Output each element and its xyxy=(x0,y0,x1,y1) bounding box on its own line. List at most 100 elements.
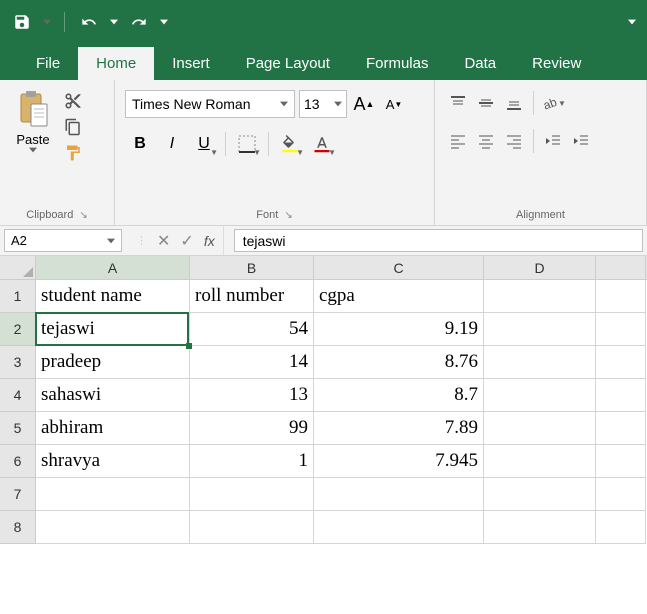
tab-page-layout[interactable]: Page Layout xyxy=(228,47,348,80)
cell-C8[interactable] xyxy=(314,511,484,544)
row-header-7[interactable]: 7 xyxy=(0,478,36,511)
cell-B6[interactable]: 1 xyxy=(190,445,314,478)
cell-C2[interactable]: 9.19 xyxy=(314,313,484,346)
enter-icon[interactable]: ✓ xyxy=(180,231,193,251)
font-color-button[interactable]: ▼ xyxy=(307,130,337,158)
cell-B7[interactable] xyxy=(190,478,314,511)
cell-B2[interactable]: 54 xyxy=(190,313,314,346)
undo-dropdown-icon[interactable] xyxy=(109,17,119,27)
cell-E8[interactable] xyxy=(596,511,646,544)
select-all-corner[interactable] xyxy=(0,256,36,279)
tab-review[interactable]: Review xyxy=(514,47,599,80)
column-header-A[interactable]: A xyxy=(36,256,190,279)
cell-D2[interactable] xyxy=(484,313,596,346)
orientation-button[interactable]: ab▼ xyxy=(540,90,566,116)
tab-data[interactable]: Data xyxy=(446,47,514,80)
column-header-E[interactable] xyxy=(596,256,646,279)
cell-D8[interactable] xyxy=(484,511,596,544)
column-header-D[interactable]: D xyxy=(484,256,596,279)
cell-E4[interactable] xyxy=(596,379,646,412)
redo-icon[interactable] xyxy=(127,10,151,34)
font-size-select[interactable]: 13 xyxy=(299,90,347,118)
qat-customize-icon[interactable] xyxy=(42,17,52,27)
cell-A5[interactable]: abhiram xyxy=(36,412,190,445)
align-right-button[interactable] xyxy=(501,128,527,154)
align-bottom-button[interactable] xyxy=(501,90,527,116)
clipboard-launcher-icon[interactable]: ↘ xyxy=(79,210,87,221)
column-header-C[interactable]: C xyxy=(314,256,484,279)
borders-button[interactable]: ▼ xyxy=(232,130,262,158)
chevron-down-icon[interactable]: ▼ xyxy=(558,99,566,108)
tab-home[interactable]: Home xyxy=(78,47,154,80)
increase-indent-button[interactable] xyxy=(568,128,594,154)
fx-icon[interactable]: fx xyxy=(204,226,224,255)
cell-A6[interactable]: shravya xyxy=(36,445,190,478)
undo-icon[interactable] xyxy=(77,10,101,34)
cell-D5[interactable] xyxy=(484,412,596,445)
row-header-3[interactable]: 3 xyxy=(0,346,36,379)
column-header-B[interactable]: B xyxy=(190,256,314,279)
row-header-4[interactable]: 4 xyxy=(0,379,36,412)
paste-button[interactable]: Paste xyxy=(8,90,58,153)
row-header-8[interactable]: 8 xyxy=(0,511,36,544)
name-box[interactable]: A2 xyxy=(4,229,122,252)
cell-A8[interactable] xyxy=(36,511,190,544)
cell-D1[interactable] xyxy=(484,280,596,313)
redo-dropdown-icon[interactable] xyxy=(159,17,169,27)
align-left-button[interactable] xyxy=(445,128,471,154)
cell-D3[interactable] xyxy=(484,346,596,379)
cell-E1[interactable] xyxy=(596,280,646,313)
row-header-6[interactable]: 6 xyxy=(0,445,36,478)
align-middle-button[interactable] xyxy=(473,90,499,116)
font-launcher-icon[interactable]: ↘ xyxy=(284,210,292,221)
cell-A4[interactable]: sahaswi xyxy=(36,379,190,412)
cell-D6[interactable] xyxy=(484,445,596,478)
row-header-5[interactable]: 5 xyxy=(0,412,36,445)
cell-C5[interactable]: 7.89 xyxy=(314,412,484,445)
tab-formulas[interactable]: Formulas xyxy=(348,47,447,80)
cell-A7[interactable] xyxy=(36,478,190,511)
fill-handle[interactable] xyxy=(186,343,192,349)
underline-button[interactable]: U▼ xyxy=(189,130,219,158)
cell-E3[interactable] xyxy=(596,346,646,379)
cell-A2[interactable]: tejaswi xyxy=(36,313,190,346)
cell-E6[interactable] xyxy=(596,445,646,478)
shrink-font-button[interactable]: A▼ xyxy=(381,91,407,117)
cell-C3[interactable]: 8.76 xyxy=(314,346,484,379)
cell-C7[interactable] xyxy=(314,478,484,511)
cell-C6[interactable]: 7.945 xyxy=(314,445,484,478)
decrease-indent-button[interactable] xyxy=(540,128,566,154)
ribbon-options-icon[interactable] xyxy=(627,17,637,27)
bold-button[interactable]: B xyxy=(125,130,155,158)
cell-C4[interactable]: 8.7 xyxy=(314,379,484,412)
copy-icon[interactable] xyxy=(62,116,84,138)
italic-button[interactable]: I xyxy=(157,130,187,158)
tab-insert[interactable]: Insert xyxy=(154,47,228,80)
cell-E5[interactable] xyxy=(596,412,646,445)
align-center-button[interactable] xyxy=(473,128,499,154)
cell-A1[interactable]: student name xyxy=(36,280,190,313)
cell-E2[interactable] xyxy=(596,313,646,346)
chevron-down-icon[interactable]: ▼ xyxy=(210,148,218,157)
cell-A3[interactable]: pradeep xyxy=(36,346,190,379)
save-icon[interactable] xyxy=(10,10,34,34)
chevron-down-icon[interactable]: ▼ xyxy=(253,148,261,157)
align-top-button[interactable] xyxy=(445,90,471,116)
fill-color-button[interactable]: ▼ xyxy=(275,130,305,158)
cell-C1[interactable]: cgpa xyxy=(314,280,484,313)
formula-bar-input[interactable]: tejaswi xyxy=(234,229,643,252)
row-header-1[interactable]: 1 xyxy=(0,280,36,313)
chevron-down-icon[interactable]: ▼ xyxy=(328,148,336,157)
paste-dropdown-icon[interactable] xyxy=(29,147,37,153)
cell-B3[interactable]: 14 xyxy=(190,346,314,379)
format-painter-icon[interactable] xyxy=(62,142,84,164)
cell-E7[interactable] xyxy=(596,478,646,511)
cut-icon[interactable] xyxy=(62,90,84,112)
cell-D7[interactable] xyxy=(484,478,596,511)
cancel-icon[interactable]: ✕ xyxy=(157,231,170,251)
cell-B1[interactable]: roll number xyxy=(190,280,314,313)
cell-D4[interactable] xyxy=(484,379,596,412)
font-name-select[interactable]: Times New Roman xyxy=(125,90,295,118)
tab-file[interactable]: File xyxy=(18,47,78,80)
chevron-down-icon[interactable]: ▼ xyxy=(296,148,304,157)
